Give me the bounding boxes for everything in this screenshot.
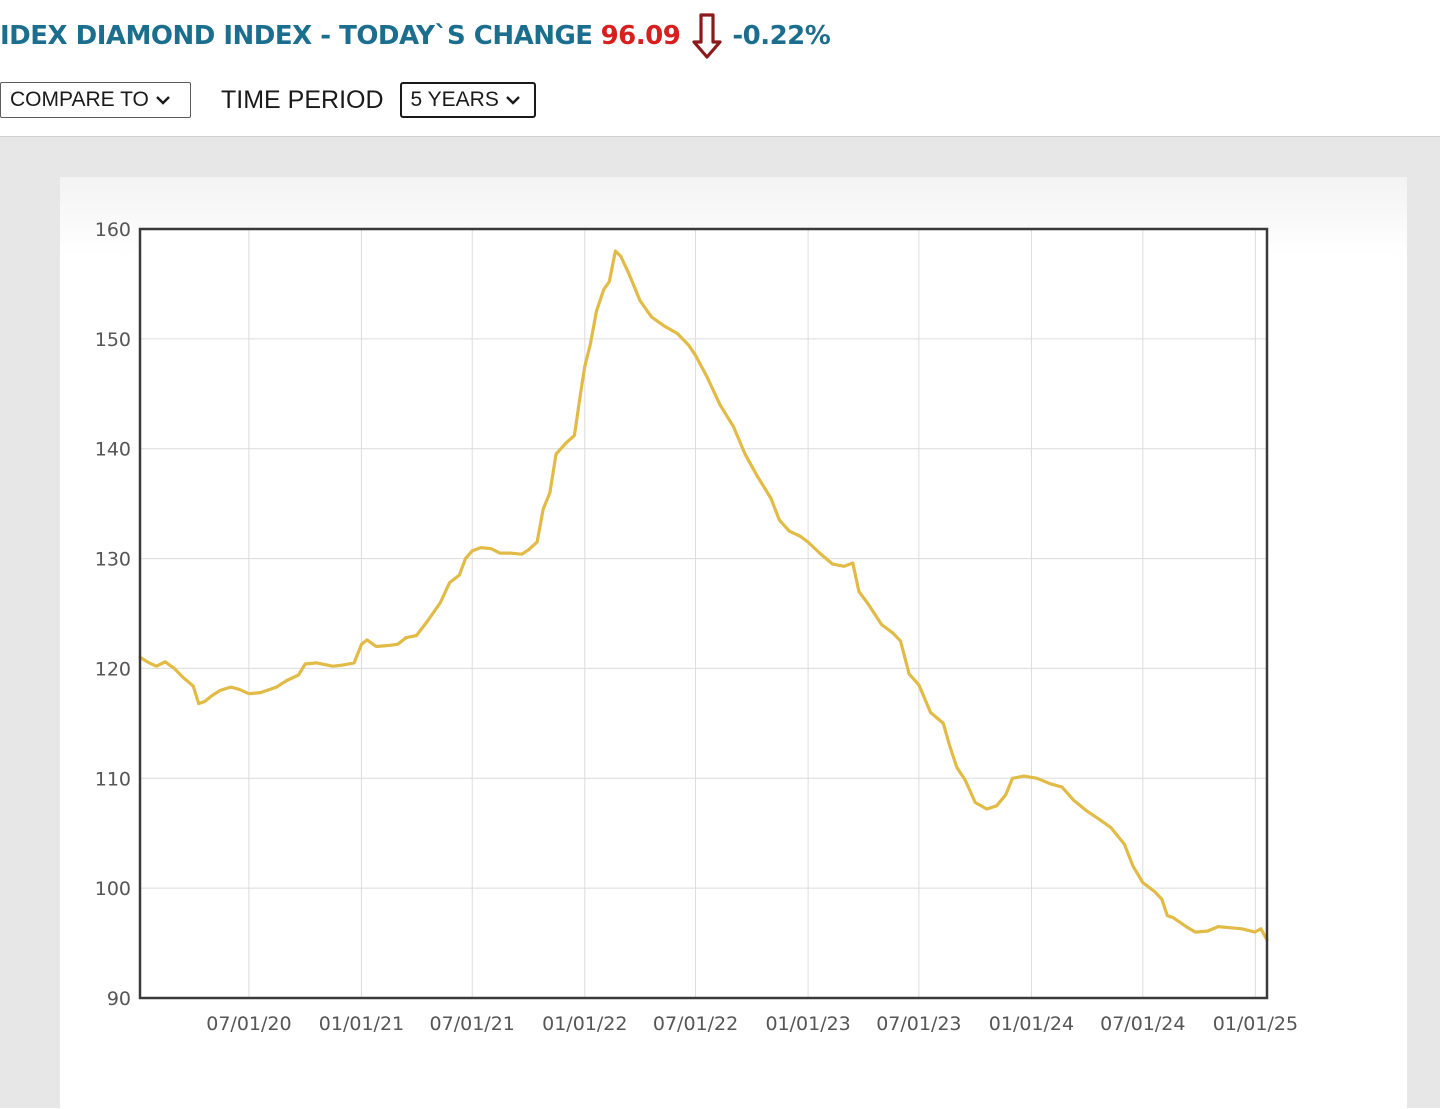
y-tick-label: 90: [107, 988, 131, 1010]
chevron-down-icon: [156, 96, 170, 105]
x-tick-label: 01/01/24: [989, 1013, 1074, 1035]
change-percent: -0.22%: [732, 21, 831, 51]
header: IDEX DIAMOND INDEX - TODAY`S CHANGE 96.0…: [0, 12, 831, 60]
x-tick-label: 07/01/24: [1100, 1013, 1185, 1035]
time-period-value: 5 YEARS: [410, 88, 499, 111]
time-period-label: TIME PERIOD: [221, 85, 384, 114]
x-tick-label: 07/01/23: [876, 1013, 961, 1035]
plot-background: [140, 229, 1267, 998]
index-value: 96.09: [600, 21, 681, 51]
compare-to-label: COMPARE TO: [10, 88, 149, 111]
y-tick-label: 120: [95, 658, 131, 680]
y-tick-label: 100: [95, 878, 131, 900]
controls-bar: COMPARE TO TIME PERIOD 5 YEARS: [0, 80, 536, 120]
y-tick-label: 110: [95, 768, 131, 790]
x-tick-label: 07/01/22: [653, 1013, 738, 1035]
chart-container: 90 100 110 120 130 140 150 160 07/01/20 01/01/21 0…: [0, 136, 1440, 1109]
compare-to-select[interactable]: COMPARE TO: [0, 82, 191, 118]
x-tick-label: 01/01/21: [319, 1013, 404, 1035]
y-tick-label: 150: [95, 329, 131, 351]
y-tick-label: 140: [95, 439, 131, 461]
x-tick-label: 07/01/20: [206, 1013, 291, 1035]
time-period-select[interactable]: 5 YEARS: [399, 82, 536, 118]
x-tick-label: 01/01/22: [542, 1013, 627, 1035]
y-tick-label: 160: [95, 219, 131, 241]
arrow-down-icon: [692, 13, 722, 59]
x-tick-label: 01/01/23: [765, 1013, 850, 1035]
line-chart: 90 100 110 120 130 140 150 160 07/01/20 01/01/21 0…: [95, 219, 1298, 1035]
page-title: IDEX DIAMOND INDEX - TODAY`S CHANGE: [0, 21, 593, 51]
x-tick-label: 07/01/21: [430, 1013, 515, 1035]
chevron-down-icon: [505, 96, 520, 105]
y-tick-label: 130: [95, 549, 131, 571]
x-tick-label: 01/01/25: [1213, 1013, 1298, 1035]
chart-panel: 90 100 110 120 130 140 150 160 07/01/20 01/01/21 0…: [60, 177, 1407, 1109]
